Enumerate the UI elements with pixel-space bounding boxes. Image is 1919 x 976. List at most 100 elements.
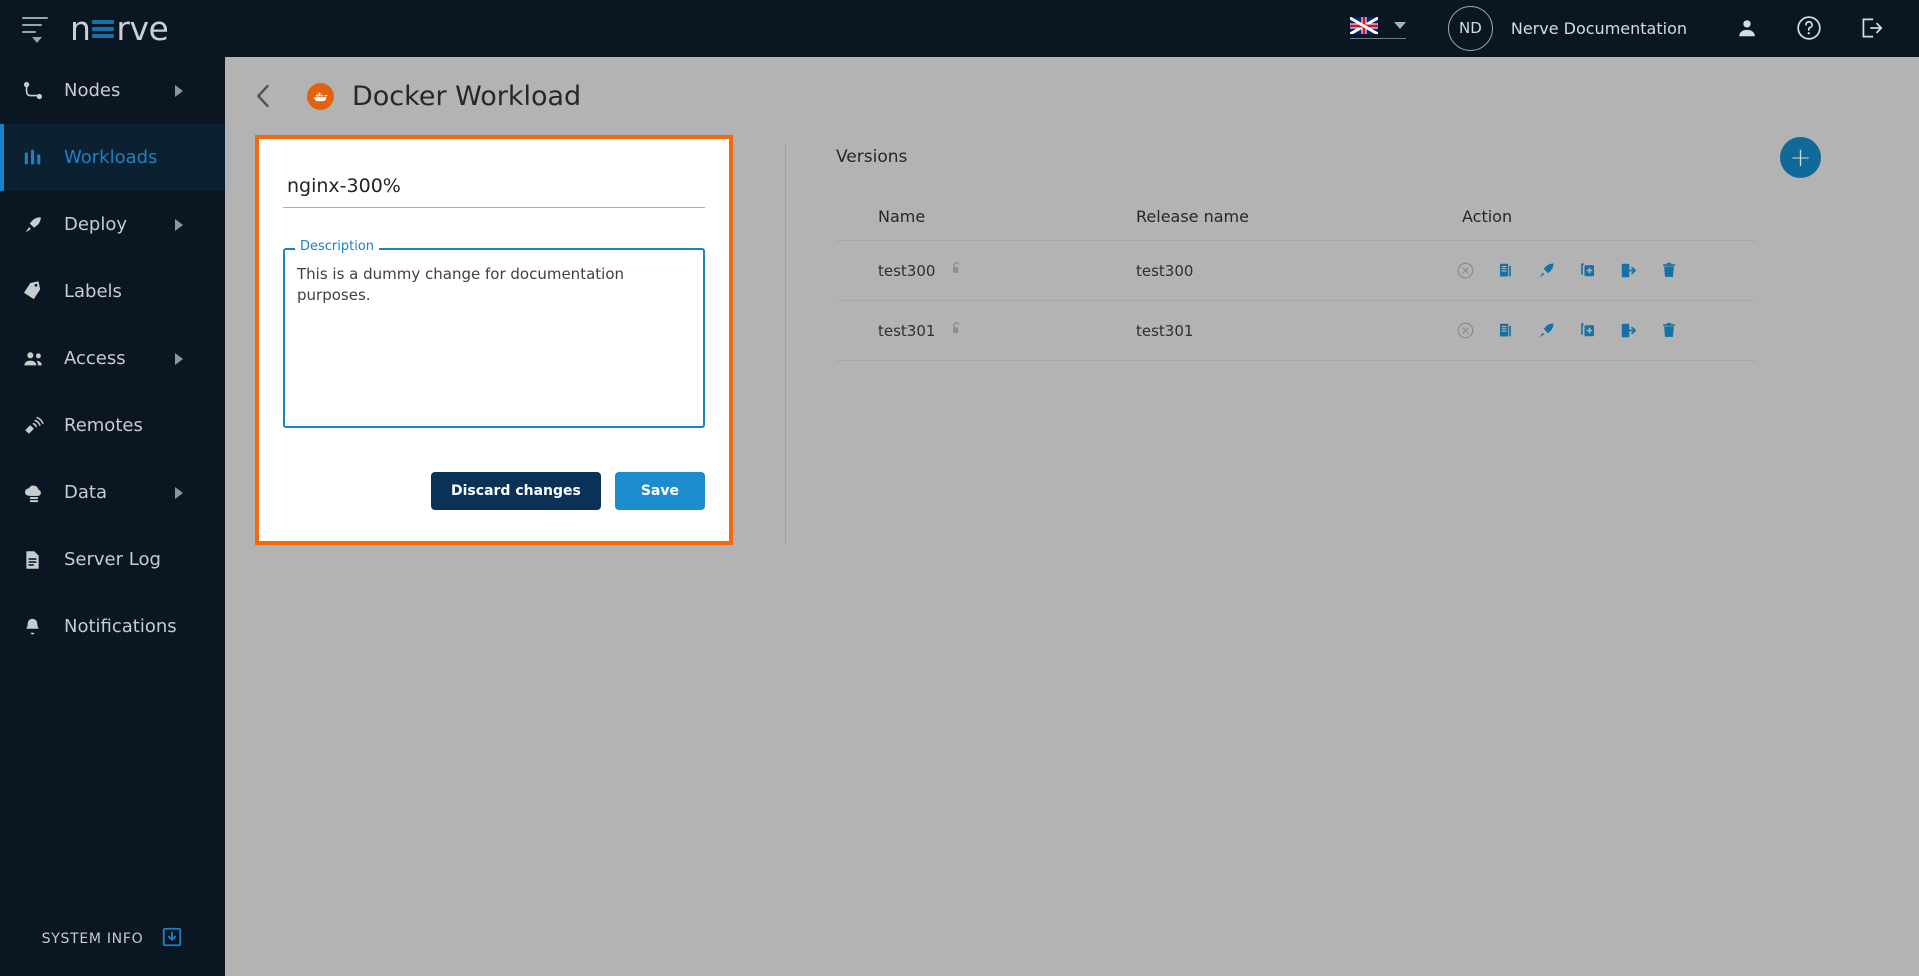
sidebar-item-label: Deploy (64, 214, 127, 235)
chevron-right-icon (175, 219, 183, 231)
rocket-deploy-icon[interactable] (1537, 261, 1556, 280)
copy-icon[interactable] (1497, 261, 1515, 280)
sidebar-item-deploy[interactable]: Deploy (0, 191, 225, 258)
hamburger-line (22, 31, 36, 33)
versions-table: Name Release name Action test300 (836, 207, 1756, 361)
logo-e-bars-icon (92, 20, 114, 38)
user-icon[interactable] (1725, 17, 1769, 39)
hamburger-line (22, 24, 42, 26)
versions-title: Versions (836, 147, 1919, 167)
copy-icon[interactable] (1497, 321, 1515, 340)
version-name-cell: test301 (836, 301, 1136, 361)
avatar[interactable]: ND (1448, 6, 1493, 51)
system-info-label: SYSTEM INFO (42, 931, 144, 947)
page-header: Docker Workload (225, 57, 1919, 135)
main-content: Docker Workload Description Discard chan… (225, 57, 1919, 976)
sidebar-item-access[interactable]: Access (0, 325, 225, 392)
download-box-icon[interactable] (161, 926, 183, 952)
users-icon (22, 348, 56, 370)
docker-whale-icon (307, 83, 334, 110)
duplicate-add-icon[interactable] (1578, 261, 1597, 280)
sidebar-item-server-log[interactable]: Server Log (0, 526, 225, 593)
description-textarea[interactable] (283, 248, 705, 428)
remote-icon (22, 415, 56, 437)
uk-flag-icon (1350, 17, 1378, 34)
trash-delete-icon[interactable] (1660, 261, 1678, 280)
column-header-release-name: Release name (1136, 207, 1456, 241)
sidebar-item-workloads[interactable]: Workloads (0, 124, 225, 191)
sidebar-item-data[interactable]: Data (0, 459, 225, 526)
sidebar-item-label: Labels (64, 281, 122, 302)
logo-text-second: rve (116, 9, 168, 48)
column-header-name: Name (836, 207, 1136, 241)
sidebar-item-nodes[interactable]: Nodes (0, 57, 225, 124)
chevron-down-icon[interactable] (1394, 22, 1406, 29)
table-row[interactable]: test300 test300 (836, 241, 1756, 301)
logo-text-first: n (70, 9, 90, 48)
sidebar-item-label: Remotes (64, 415, 143, 436)
document-icon (22, 549, 56, 571)
disable-circle-x-icon (1456, 261, 1475, 280)
sidebar-item-labels[interactable]: Labels (0, 258, 225, 325)
description-field-group: Description (283, 248, 705, 432)
release-name-cell: test300 (1136, 241, 1456, 301)
version-name: test301 (878, 322, 935, 340)
sidebar: Nodes Workloads Deploy Labels (0, 57, 225, 976)
language-selector[interactable] (1350, 17, 1406, 39)
labels-icon (22, 281, 56, 303)
app-logo[interactable]: n rve (70, 9, 168, 48)
sidebar-item-label: Nodes (64, 80, 120, 101)
workload-edit-card: Description Discard changes Save (255, 135, 733, 545)
top-bar: n rve ND Nerve Documentation (0, 0, 1919, 57)
unlocked-padlock-icon (949, 320, 964, 341)
actions-cell (1456, 301, 1756, 361)
card-action-buttons: Discard changes Save (283, 472, 705, 510)
rocket-icon (22, 214, 56, 236)
top-bar-right: ND Nerve Documentation (1350, 0, 1919, 57)
duplicate-add-icon[interactable] (1578, 321, 1597, 340)
sidebar-item-notifications[interactable]: Notifications (0, 593, 225, 660)
column-header-action: Action (1456, 207, 1756, 241)
release-name-cell: test301 (1136, 301, 1456, 361)
menu-caret-icon (32, 37, 42, 43)
system-info-button[interactable]: SYSTEM INFO (0, 926, 225, 952)
sidebar-item-label: Workloads (64, 147, 157, 168)
workload-name-input[interactable] (283, 167, 705, 208)
actions-cell (1456, 241, 1756, 301)
export-icon[interactable] (1619, 321, 1638, 340)
versions-panel: Versions + Name Release name Action (786, 135, 1919, 545)
trash-delete-icon[interactable] (1660, 321, 1678, 340)
chevron-right-icon (175, 487, 183, 499)
disable-circle-x-icon (1456, 321, 1475, 340)
export-icon[interactable] (1619, 261, 1638, 280)
versions-table-body: test300 test300 (836, 241, 1756, 361)
add-version-button[interactable]: + (1780, 137, 1821, 178)
bell-icon (22, 616, 56, 638)
discard-changes-button[interactable]: Discard changes (431, 472, 601, 510)
logout-icon[interactable] (1849, 15, 1893, 41)
sidebar-item-remotes[interactable]: Remotes (0, 392, 225, 459)
sidebar-item-label: Access (64, 348, 126, 369)
page-title: Docker Workload (352, 81, 581, 112)
sidebar-item-label: Notifications (64, 616, 177, 637)
hamburger-menu-icon[interactable] (22, 17, 48, 39)
org-name: Nerve Documentation (1511, 19, 1687, 38)
sidebar-item-label: Server Log (64, 549, 161, 570)
chevron-right-icon (175, 85, 183, 97)
sidebar-item-label: Data (64, 482, 107, 503)
unlocked-padlock-icon (949, 260, 964, 281)
avatar-initials: ND (1459, 19, 1482, 37)
nodes-icon (22, 80, 56, 102)
table-row[interactable]: test301 test301 (836, 301, 1756, 361)
table-header-row: Name Release name Action (836, 207, 1756, 241)
back-chevron-icon[interactable] (247, 79, 281, 113)
plus-icon: + (1790, 145, 1812, 171)
help-icon[interactable] (1787, 15, 1831, 41)
cloud-data-icon (22, 482, 56, 504)
workloads-icon (22, 147, 56, 169)
versions-table-head: Name Release name Action (836, 207, 1756, 241)
rocket-deploy-icon[interactable] (1537, 321, 1556, 340)
content-area: Description Discard changes Save Version… (225, 135, 1919, 545)
save-button[interactable]: Save (615, 472, 705, 510)
hamburger-line (22, 17, 48, 19)
